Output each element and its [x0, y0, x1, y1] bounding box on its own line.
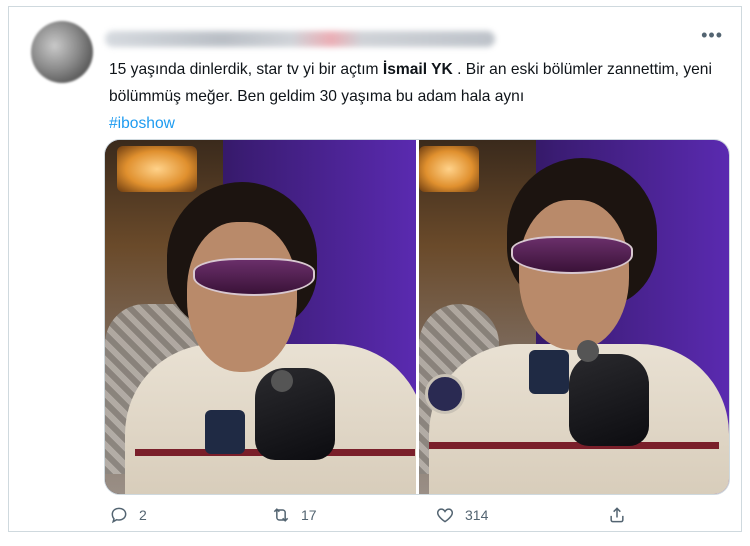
media-photo-right[interactable] [418, 140, 729, 494]
tweet-card[interactable]: ••• 15 yaşında dinlerdik, star tv yi bir… [8, 6, 742, 532]
hashtag-link[interactable]: #iboshow [109, 115, 175, 132]
glove [255, 368, 335, 460]
lamp [117, 146, 197, 192]
more-options-icon[interactable]: ••• [701, 26, 723, 44]
share-button[interactable] [607, 505, 627, 525]
mention[interactable]: İsmail YK [383, 61, 453, 78]
like-button[interactable]: 314 [435, 505, 488, 525]
face [518, 200, 629, 350]
microphone [576, 340, 599, 362]
media-photo-left[interactable] [105, 140, 416, 494]
heart-icon [436, 508, 454, 523]
share-icon [610, 507, 624, 523]
sunglasses [510, 236, 633, 274]
face [187, 222, 297, 372]
tweet-actions: 2 17 314 [109, 505, 729, 535]
retweet-icon [273, 508, 289, 522]
tweet-text-start: 15 yaşında dinlerdik, star tv yi bir açt… [109, 61, 383, 78]
retweet-button[interactable]: 17 [271, 505, 317, 525]
tweet-text: 15 yaşında dinlerdik, star tv yi bir açt… [109, 56, 729, 137]
jacket-stripe [428, 442, 719, 449]
avatar[interactable] [31, 21, 93, 83]
microphone [271, 370, 293, 392]
lamp [418, 146, 479, 192]
reply-button[interactable]: 2 [109, 505, 147, 525]
jacket-patch [205, 410, 245, 454]
blurred-username [105, 31, 495, 47]
reply-count: 2 [139, 507, 147, 523]
jacket-patch [528, 350, 569, 394]
jacket-badge [424, 374, 465, 414]
tweet-media[interactable] [104, 139, 730, 495]
sunglasses [193, 258, 315, 296]
reply-icon [111, 507, 127, 524]
glove [568, 354, 649, 446]
like-count: 314 [465, 507, 489, 523]
retweet-count: 17 [301, 507, 317, 523]
